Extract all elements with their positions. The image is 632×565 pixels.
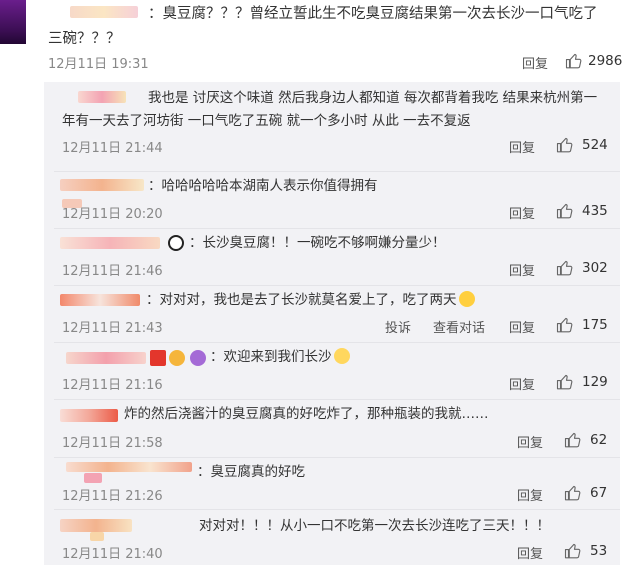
username-blurred[interactable]	[60, 519, 132, 532]
username-blurred[interactable]	[60, 294, 140, 306]
avatar[interactable]	[0, 0, 26, 44]
reply-text: ：臭豆腐真的好吃	[197, 464, 305, 480]
list-item: ：臭豆腐真的好吃 12月11日 21:26 回复 67	[44, 458, 620, 510]
reply-button[interactable]: 回复	[517, 485, 543, 504]
username-blurred[interactable]	[84, 473, 102, 483]
reply-date: 12月11日 21:43	[62, 321, 163, 336]
username-blurred[interactable]	[66, 352, 146, 364]
reply-button[interactable]: 回复	[509, 374, 535, 393]
like-count: 129	[582, 374, 608, 390]
reply-date: 12月11日 20:20	[62, 207, 163, 222]
flower-badge-icon	[190, 350, 206, 366]
like-count: 524	[582, 137, 608, 153]
reply-button[interactable]: 回复	[509, 137, 535, 156]
thumbs-up-icon[interactable]	[564, 542, 582, 560]
reply-date: 12月11日 21:16	[62, 378, 163, 393]
comment-date: 12月11日 19:31	[48, 57, 149, 72]
comment-text: ：臭豆腐？？？曾经立誓此生不吃臭豆腐结果第一次去长沙一口气吃了三碗？？？	[48, 6, 598, 47]
panda-emoji-icon	[168, 235, 184, 251]
thumbs-up-icon[interactable]	[556, 136, 574, 154]
like-count: 435	[582, 203, 608, 219]
reply-text: ：哈哈哈哈哈本湖南人表示你值得拥有	[148, 178, 378, 194]
reply-button[interactable]: 回复	[522, 53, 548, 72]
like-count: 67	[590, 485, 608, 501]
reply-date: 12月11日 21:46	[62, 264, 163, 279]
replies-panel: 我也是 讨厌这个味道 然后我身边人都知道 每次都背着我吃 结果来杭州第一年有一天…	[44, 82, 620, 565]
reply-text: ：欢迎来到我们长沙	[210, 346, 350, 369]
reply-text: ：对对对，我也是去了长沙就莫名爱上了，吃了两天	[146, 289, 475, 312]
reply-button[interactable]: 回复	[509, 317, 535, 336]
reply-button[interactable]: 回复	[517, 432, 543, 451]
grin-emoji-icon	[458, 291, 475, 307]
medal-badge-icon	[169, 350, 185, 366]
reply-button[interactable]: 回复	[517, 543, 543, 562]
view-conversation-button[interactable]: 查看对话	[433, 317, 485, 336]
reply-text: 炸的然后浇酱汁的臭豆腐真的好吃炸了，那种瓶装的我就……	[124, 406, 489, 422]
list-item: 炸的然后浇酱汁的臭豆腐真的好吃炸了，那种瓶装的我就…… 12月11日 21:58…	[44, 400, 620, 458]
like-count: 175	[582, 317, 608, 333]
list-item: ：长沙臭豆腐！！一碗吃不够啊嫌分量少！ 12月11日 21:46 回复 302	[44, 229, 620, 286]
like-count: 302	[582, 260, 608, 276]
top-comment: ：臭豆腐？？？曾经立誓此生不吃臭豆腐结果第一次去长沙一口气吃了三碗？？？ 12月…	[0, 0, 632, 82]
like-count: 62	[590, 432, 608, 448]
username-blurred[interactable]	[60, 179, 144, 191]
report-button[interactable]: 投诉	[385, 317, 411, 336]
list-item: ：对对对，我也是去了长沙就莫名爱上了，吃了两天 12月11日 21:43 投诉 …	[44, 286, 620, 343]
reply-button[interactable]: 回复	[509, 203, 535, 222]
thumbs-up-icon[interactable]	[556, 373, 574, 391]
reply-text: 我也是 讨厌这个味道 然后我身边人都知道 每次都背着我吃 结果来杭州第一年有一天…	[62, 90, 598, 129]
reply-text: ：长沙臭豆腐！！一碗吃不够啊嫌分量少！	[189, 235, 446, 251]
reply-text: 对对对！！！从小一口不吃第一次去长沙连吃了三天！！！	[199, 518, 550, 534]
cute-face-emoji-icon	[333, 348, 350, 364]
thumbs-up-icon[interactable]	[564, 431, 582, 449]
reply-date: 12月11日 21:26	[62, 489, 163, 504]
list-item: ：哈哈哈哈哈本湖南人表示你值得拥有 12月11日 20:20 回复 435	[44, 172, 620, 229]
thumbs-up-icon[interactable]	[556, 316, 574, 334]
thumbs-up-icon[interactable]	[564, 484, 582, 502]
username-blurred[interactable]	[66, 462, 192, 472]
reply-date: 12月11日 21:44	[62, 141, 163, 156]
thumbs-up-icon[interactable]	[556, 202, 574, 220]
list-item: 我也是 讨厌这个味道 然后我身边人都知道 每次都背着我吃 结果来杭州第一年有一天…	[44, 82, 620, 172]
thumbs-up-icon[interactable]	[556, 259, 574, 277]
username-blurred[interactable]	[60, 237, 160, 249]
star-badge-icon	[150, 350, 166, 366]
username-blurred[interactable]	[60, 409, 118, 422]
list-item: 对对对！！！从小一口不吃第一次去长沙连吃了三天！！！ 12月11日 21:40 …	[44, 510, 620, 565]
reply-date: 12月11日 21:40	[62, 547, 163, 562]
like-count: 53	[590, 543, 608, 559]
reply-date: 12月11日 21:58	[62, 436, 163, 451]
username-blurred[interactable]	[90, 532, 104, 541]
reply-button[interactable]: 回复	[509, 260, 535, 279]
list-item: ：欢迎来到我们长沙 12月11日 21:16 回复 129	[44, 343, 620, 400]
thumbs-up-icon[interactable]	[565, 52, 583, 70]
like-count: 2986	[588, 53, 623, 69]
